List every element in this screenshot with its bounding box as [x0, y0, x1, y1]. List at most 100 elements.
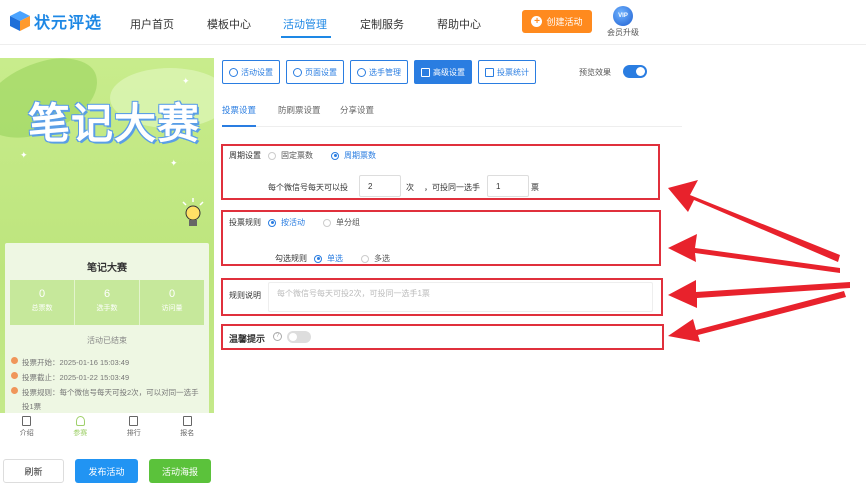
advanced-settings-button[interactable]: 高级设置	[414, 60, 472, 84]
question-icon[interactable]: ?	[273, 332, 282, 341]
tab-ranking[interactable]: 排行	[107, 413, 161, 443]
arrow-to-description	[668, 280, 850, 308]
warm-tip-toggle[interactable]	[287, 331, 311, 343]
stat-total-votes: 0 总票数	[10, 280, 75, 325]
logo[interactable]: 状元评选	[9, 9, 102, 33]
info-vote-rule: 投票规则：每个微信号每天可投2次，可以对同一选手投1票	[11, 386, 206, 413]
publish-activity-button[interactable]: 发布活动	[75, 459, 138, 483]
tab-entries[interactable]: 参赛	[54, 413, 108, 443]
radio-fixed-votes[interactable]: 固定票数	[268, 150, 313, 161]
settings-toolbar: 活动设置 页面设置 选手管理 高级设置 投票统计	[222, 60, 536, 84]
radio-single-group[interactable]: 单分组	[323, 217, 360, 228]
vote-stats-button[interactable]: 投票统计	[478, 60, 536, 84]
button-label: 高级设置	[433, 67, 465, 77]
radio-label: 多选	[374, 254, 390, 263]
stat-value: 0	[168, 288, 176, 300]
nav-item-user-home[interactable]: 用户首页	[130, 16, 174, 32]
vip-upgrade[interactable]: VIP 会员升级	[605, 6, 641, 38]
period-setting-label: 周期设置	[229, 151, 261, 160]
preview-effect-toggle[interactable]	[623, 65, 647, 78]
button-label: 页面设置	[305, 67, 337, 77]
radio-single-select[interactable]: 单选	[314, 253, 343, 264]
brand-name: 状元评选	[34, 15, 103, 32]
mobile-preview: ✦ ✦ ✦ 笔记大赛 笔记大赛 0 总票数 6 选手数 0 访问量 活动已结束	[0, 58, 214, 413]
tab-intro[interactable]: 介绍	[0, 413, 54, 443]
annotation-arrows	[668, 180, 850, 342]
tab-anti-fraud-settings[interactable]: 防刷票设置	[278, 104, 321, 116]
card-title: 笔记大赛	[87, 263, 127, 274]
tab-vote-settings[interactable]: 投票设置	[222, 104, 256, 116]
sparkle-icon: ✦	[170, 158, 178, 168]
unit-votes: 票	[531, 183, 539, 192]
unit-times: 次	[406, 183, 414, 192]
player-manage-button[interactable]: 选手管理	[350, 60, 408, 84]
stat-value: 0	[38, 288, 46, 300]
create-activity-button[interactable]: + 创建活动	[522, 10, 592, 33]
nav-item-help-center[interactable]: 帮助中心	[437, 16, 481, 32]
radio-multi-select[interactable]: 多选	[361, 253, 390, 264]
users-icon	[357, 67, 366, 77]
radio-label: 按活动	[281, 218, 305, 227]
button-label: 选手管理	[369, 67, 401, 77]
same-player-votes-input[interactable]: 1	[487, 175, 529, 197]
tab-label: 报名	[180, 430, 195, 437]
votes-per-day-text: 每个微信号每天可以投	[268, 183, 348, 192]
radio-label: 固定票数	[281, 151, 313, 160]
rule-description-label: 规则说明	[229, 291, 261, 300]
vip-badge-icon: VIP	[613, 6, 633, 26]
stats-bar: 0 总票数 6 选手数 0 访问量	[10, 280, 204, 325]
stat-value: 6	[103, 288, 111, 300]
plus-icon: +	[531, 16, 543, 27]
tab-label: 介绍	[19, 430, 34, 437]
rule-description-textarea[interactable]: 每个微信号每天可投2次，可投同一选手1票	[268, 282, 653, 312]
tab-label: 排行	[126, 430, 141, 437]
activity-settings-button[interactable]: 活动设置	[222, 60, 280, 84]
clock-icon	[11, 387, 18, 394]
button-label: 投票统计	[497, 67, 529, 77]
radio-by-activity[interactable]: 按活动	[268, 217, 305, 228]
nav-active-underline	[281, 36, 331, 38]
tab-share-settings[interactable]: 分享设置	[340, 104, 374, 116]
clock-icon	[11, 372, 18, 379]
votes-per-day-input[interactable]: 2	[359, 175, 401, 197]
page-settings-button[interactable]: 页面设置	[286, 60, 344, 84]
create-activity-label: 创建活动	[546, 17, 583, 27]
sliders-icon	[421, 67, 430, 77]
settings-subtabs: 投票设置 防刷票设置 分享设置	[222, 103, 682, 127]
info-vote-end: 投票截止：2025-01-22 15:03:49	[11, 371, 129, 385]
gear-icon	[293, 67, 302, 77]
preview-effect-label: 预览效果	[579, 68, 611, 77]
radio-label: 单选	[327, 254, 343, 263]
vote-rule-label: 投票规则	[229, 218, 261, 227]
radio-circle	[268, 218, 276, 227]
stat-label: 访问量	[161, 305, 183, 312]
star-icon	[229, 67, 238, 77]
vip-label: 会员升级	[607, 28, 639, 37]
stat-label: 选手数	[96, 305, 118, 312]
radio-period-votes[interactable]: 周期票数	[331, 150, 376, 161]
info-text: 投票规则：每个微信号每天可投2次，可以对同一选手投1票	[22, 388, 199, 411]
subtab-active-underline	[222, 125, 256, 127]
activity-card: 笔记大赛 0 总票数 6 选手数 0 访问量 活动已结束 投票开始：2025-0…	[5, 243, 209, 413]
nav-item-activity-manage[interactable]: 活动管理	[283, 16, 327, 32]
document-icon	[22, 416, 32, 426]
radio-label: 周期票数	[344, 151, 376, 160]
info-vote-start: 投票开始：2025-01-16 15:03:49	[11, 356, 129, 370]
radio-label: 单分组	[336, 218, 360, 227]
refresh-button[interactable]: 刷新	[3, 459, 64, 483]
activity-poster-button[interactable]: 活动海报	[149, 459, 211, 483]
sparkle-icon: ✦	[20, 150, 28, 160]
tab-label: 参赛	[73, 430, 88, 437]
preview-bottom-tabs: 介绍 参赛 排行 报名	[0, 413, 214, 443]
nav-item-custom-service[interactable]: 定制服务	[360, 16, 404, 32]
info-text: 投票截止：2025-01-22 15:03:49	[22, 373, 130, 382]
bar-chart-icon	[485, 67, 494, 77]
lightbulb-icon	[182, 198, 204, 226]
tab-signup[interactable]: 报名	[161, 413, 215, 443]
nav-item-template-center[interactable]: 模板中心	[207, 16, 251, 32]
banner-title: 笔记大赛	[28, 99, 201, 148]
person-icon	[75, 416, 85, 426]
radio-circle	[323, 218, 331, 227]
radio-circle	[331, 151, 339, 160]
radio-circle	[361, 254, 369, 263]
